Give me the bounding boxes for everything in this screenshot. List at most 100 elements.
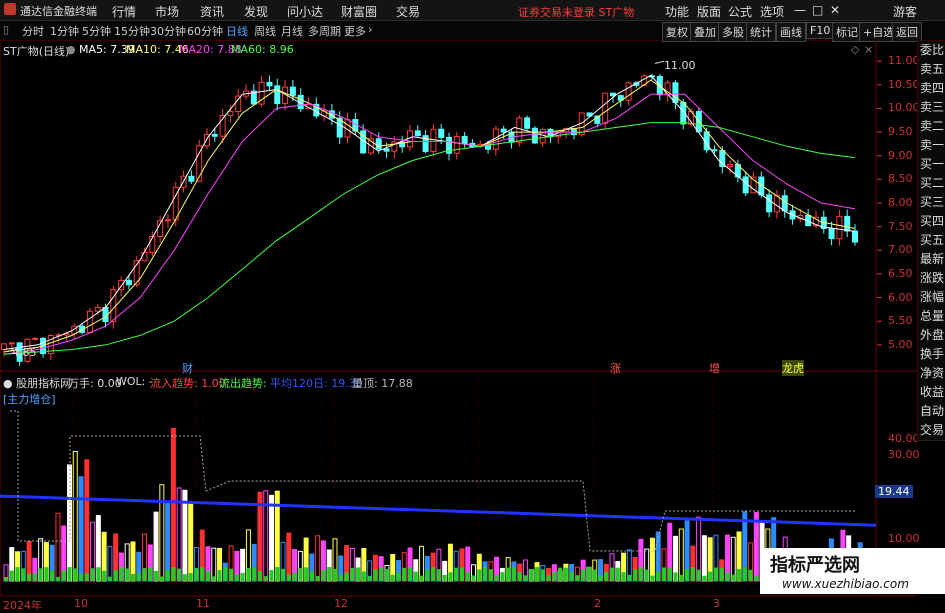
right-panel-item[interactable]: 换手 xyxy=(918,345,945,365)
close-panel-icon[interactable]: × xyxy=(864,43,873,56)
f10-button[interactable]: F10 xyxy=(806,22,835,39)
menu-market[interactable]: 市场 xyxy=(155,3,179,20)
outflow-bar xyxy=(188,573,193,581)
right-panel-item[interactable]: 买一 xyxy=(918,155,945,175)
right-panel-item[interactable]: 交易 xyxy=(918,421,945,441)
period-tab-daily[interactable]: 日线 xyxy=(226,23,248,39)
outflow-bar xyxy=(61,570,66,581)
menu-discover[interactable]: 发现 xyxy=(244,3,268,20)
period-tab-monthly[interactable]: 月线 xyxy=(281,23,303,39)
menu-news[interactable]: 资讯 xyxy=(200,3,224,20)
maximize-icon[interactable]: □ xyxy=(812,3,823,17)
indicator-bar xyxy=(188,502,194,582)
right-panel-item[interactable]: 总量 xyxy=(918,307,945,327)
right-quote-panel: 委比 卖五 卖四 卖三 卖二 卖一 买一 买二 买三 买四 买五 最新 涨跌 涨幅 总量 外盘 换手 净资 收益 自动… xyxy=(917,41,945,441)
menu-options[interactable]: 选项 xyxy=(760,3,784,20)
indicator-bar xyxy=(286,532,292,582)
outflow-bar xyxy=(638,567,643,581)
diamond-icon[interactable]: ◇ xyxy=(851,43,859,56)
right-panel-item[interactable]: 外盘 xyxy=(918,326,945,346)
right-panel-item[interactable]: 委比 xyxy=(918,41,945,61)
minimize-icon[interactable]: — xyxy=(794,3,806,17)
adjust-button[interactable]: 复权 xyxy=(662,22,692,42)
right-panel-item[interactable]: 卖五 xyxy=(918,60,945,80)
period-tab-30min[interactable]: 30分钟 xyxy=(150,23,186,39)
right-panel-item[interactable]: 涨幅 xyxy=(918,288,945,308)
candle-body xyxy=(235,95,242,113)
right-panel-item[interactable]: 买二 xyxy=(918,174,945,194)
outflow-bar xyxy=(731,574,736,581)
menu-formula[interactable]: 公式 xyxy=(728,3,752,20)
outflow-bar xyxy=(500,572,505,581)
chevron-right-icon[interactable]: › xyxy=(368,23,372,36)
menu-function[interactable]: 功能 xyxy=(665,3,689,20)
candle-body xyxy=(1,343,7,351)
outflow-bar xyxy=(177,568,182,581)
right-panel-item[interactable]: 卖三 xyxy=(918,98,945,118)
period-tab-multi[interactable]: 多周期 xyxy=(308,23,341,39)
menu-quotes[interactable]: 行情 xyxy=(112,3,136,20)
right-panel-item[interactable]: 自动 xyxy=(918,402,945,422)
login-warning[interactable]: 证券交易未登录 ST广物 xyxy=(518,4,634,20)
outflow-bar xyxy=(535,567,540,581)
period-tab-5min[interactable]: 5分钟 xyxy=(82,23,111,39)
peak-step-line xyxy=(10,410,855,552)
mark-button[interactable]: 标记 xyxy=(832,22,862,42)
settings-icon[interactable]: ● xyxy=(66,43,76,56)
period-tab-1min[interactable]: 1分钟 xyxy=(50,23,79,39)
right-panel-item[interactable]: 卖二 xyxy=(918,117,945,137)
period-tab-15min[interactable]: 15分钟 xyxy=(114,23,150,39)
event-mark-dragon-tiger[interactable]: 龙虎 xyxy=(782,360,804,376)
outflow-bar xyxy=(102,570,107,581)
toolbar-menu-icon[interactable]: ▯ xyxy=(3,23,9,36)
overlay-button[interactable]: 叠加 xyxy=(690,22,720,42)
indicator-sub-label: [主力增仓] xyxy=(3,393,56,406)
indicator-bar xyxy=(730,536,736,582)
right-panel-item[interactable]: 买五 xyxy=(918,231,945,251)
menu-layout[interactable]: 版面 xyxy=(697,3,721,20)
outflow-bar xyxy=(200,567,205,581)
price-axis-label: 11.00 xyxy=(888,54,920,68)
period-tab-weekly[interactable]: 周线 xyxy=(254,23,276,39)
price-axis-label: 7.00 xyxy=(888,243,913,257)
statistics-button[interactable]: 统计 xyxy=(746,22,776,42)
date-month-12: 12 xyxy=(334,597,348,610)
menu-wealth-circle[interactable]: 财富圈 xyxy=(341,3,377,20)
outflow-bar xyxy=(696,569,701,581)
close-icon[interactable]: ✕ xyxy=(830,3,840,17)
outflow-bar xyxy=(338,574,343,581)
outflow-bar xyxy=(419,575,424,581)
right-panel-item[interactable]: 买四 xyxy=(918,212,945,232)
event-mark-finance[interactable]: 财 xyxy=(182,360,193,376)
price-axis-label: 5.50 xyxy=(888,314,913,328)
period-tab-more[interactable]: 更多 xyxy=(344,23,366,39)
guest-label[interactable]: 游客 xyxy=(893,3,917,20)
right-panel-item[interactable]: 买三 xyxy=(918,193,945,213)
back-button[interactable]: 返回 xyxy=(892,22,922,42)
right-panel-item[interactable]: 涨跌 xyxy=(918,269,945,289)
kline-chart[interactable] xyxy=(0,41,917,597)
menu-ask-xiaoda[interactable]: 问小达 xyxy=(287,3,323,20)
right-panel-item[interactable]: 最新 xyxy=(918,250,945,270)
event-mark-increase[interactable]: 增 xyxy=(709,360,720,376)
right-panel-item[interactable]: 卖四 xyxy=(918,79,945,99)
candle-body xyxy=(227,111,234,116)
outflow-bar xyxy=(136,573,141,581)
indicator-inflow: 流入趋势: 1.00 xyxy=(150,377,226,390)
multi-stock-button[interactable]: 多股 xyxy=(718,22,748,42)
candle-body xyxy=(836,215,843,240)
indicator-bar xyxy=(84,459,90,582)
outflow-bar xyxy=(15,567,20,581)
ma-line-ma20 xyxy=(3,93,856,355)
event-mark-rise[interactable]: 涨 xyxy=(610,360,621,376)
outflow-bar xyxy=(269,569,274,581)
outflow-bar xyxy=(604,571,609,581)
right-panel-item[interactable]: 卖一 xyxy=(918,136,945,156)
draw-line-button[interactable]: 画线 xyxy=(776,22,806,42)
right-panel-item[interactable]: 收益 xyxy=(918,383,945,403)
candle-body xyxy=(852,230,858,243)
right-panel-item[interactable]: 净资 xyxy=(918,364,945,384)
period-tab-intraday[interactable]: 分时 xyxy=(22,23,44,39)
menu-trade[interactable]: 交易 xyxy=(396,3,420,20)
period-tab-60min[interactable]: 60分钟 xyxy=(187,23,223,39)
